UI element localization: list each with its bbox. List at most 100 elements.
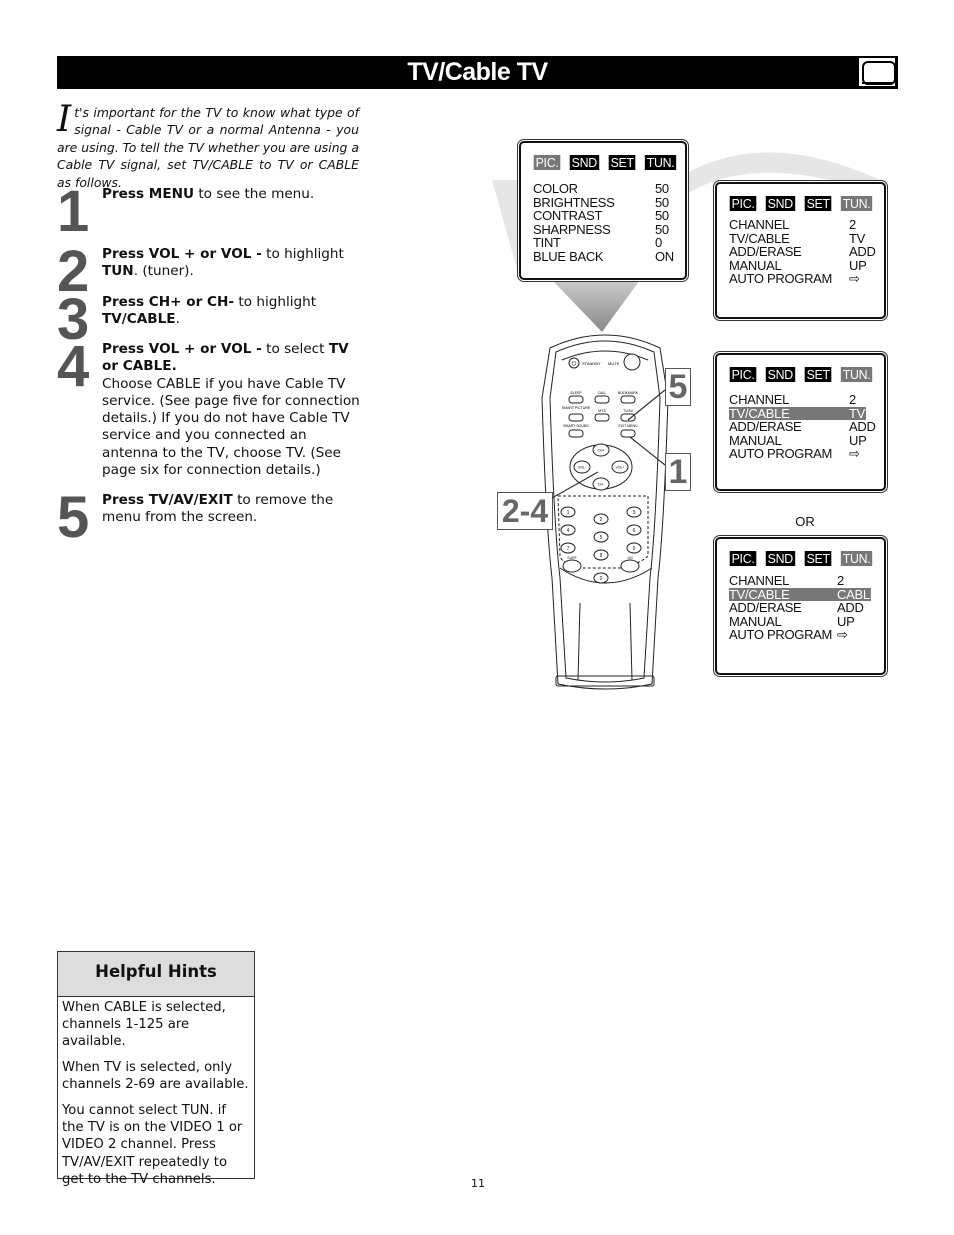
menu-row: AUTO PROGRAM ⇨ — [729, 272, 872, 286]
step-target: TUN — [102, 263, 134, 280]
row-label: ADD/ERASE — [729, 419, 802, 434]
row-value: 2 — [837, 573, 844, 588]
row-value: UP — [849, 257, 867, 273]
step-command: Press CH+ or CH- — [102, 294, 235, 310]
row-label: BRIGHTNESS — [533, 194, 615, 210]
step-description-end: . — [175, 311, 180, 328]
number-key-label: 5 — [600, 535, 603, 541]
menu-tabs: PIC. SND SET TUN. — [729, 367, 873, 382]
row-value: 50 — [655, 181, 669, 196]
row-value: 2 — [849, 392, 856, 407]
number-key-label: 6 — [633, 528, 636, 534]
row-label: AUTO PROGRAM — [729, 446, 833, 461]
tab-tun: TUN. — [644, 155, 677, 170]
menu-row: MANUAL UP — [729, 432, 867, 448]
step-command: Press VOL + or VOL - — [102, 341, 262, 357]
menu-beam — [552, 280, 640, 332]
row-label: CHANNEL — [729, 573, 790, 588]
surf-button[interactable] — [562, 559, 582, 573]
callout-line-2-4 — [551, 471, 599, 499]
menu-rows: CHANNEL 2 TV/CABLE TV ADD/ERASE ADD MANUAL U… — [729, 393, 876, 461]
menu-row: CHANNEL 2 — [729, 218, 872, 232]
row-label: MANUAL — [729, 613, 782, 629]
step-3: 3 Press CH+ or CH- to highlight TV/CABLE… — [57, 291, 367, 349]
menu-row: MANUAL UP — [729, 613, 871, 629]
hint-item: When CABLE is selected, channels 1-125 a… — [62, 1000, 226, 1050]
tab-tun: TUN. — [840, 196, 873, 211]
tab-set: SET — [804, 551, 832, 566]
menu-rows: CHANNEL 2 TV/CABLE TV ADD/ERASE ADD MANUAL U… — [729, 218, 876, 286]
step-text: Press CH+ or CH- to highlight TV/CABLE. — [102, 294, 367, 329]
row-label: CHANNEL — [729, 217, 790, 232]
row-value: ADD — [849, 419, 876, 434]
helpful-hints-box: Helpful Hints When CABLE is selected, ch… — [57, 951, 255, 1187]
menu-row: ADD/ERASE ADD — [729, 419, 876, 434]
step-command: Press VOL + or VOL - — [102, 246, 262, 262]
row-value: 50 — [655, 221, 669, 237]
row-value: 50 — [655, 208, 669, 223]
row-value: 2 — [849, 217, 856, 232]
menu-row: CONTRAST 50 — [533, 209, 673, 223]
svg-text:⏻: ⏻ — [572, 361, 577, 368]
tab-set: SET — [804, 367, 832, 382]
mute-button[interactable] — [623, 353, 641, 371]
step-text: Press TV/AV/EXIT to remove the menu from… — [102, 492, 367, 527]
step-description-end: . (tuner). — [133, 263, 194, 280]
number-key-label: 4 — [567, 528, 570, 534]
step-details: Choose CABLE if you have Cable TV servic… — [102, 375, 360, 479]
step-description: to highlight — [234, 294, 317, 310]
number-key-label: 9 — [633, 546, 636, 552]
step-command: Press MENU — [102, 186, 195, 202]
tv-screen-icon — [858, 57, 896, 87]
menu-row: MANUAL UP — [729, 257, 872, 273]
hint-item: When TV is selected, only channels 2-69 … — [62, 1060, 249, 1093]
menu-row-highlighted: TV/CABLE CABLE — [729, 587, 878, 601]
menu-tabs: PIC. SND SET TUN. — [729, 551, 873, 566]
hint-item: You cannot select TUN. if the TV is on t… — [62, 1103, 243, 1187]
tab-snd: SND — [569, 155, 599, 170]
surf-button-label: SURF — [567, 556, 577, 560]
row-value: ADD — [837, 600, 864, 615]
row-value: TV — [849, 230, 866, 246]
page-header: TV/Cable TV — [57, 56, 898, 89]
mute-label: MUTE — [608, 361, 620, 366]
arrow-right-icon: ⇨ — [849, 446, 860, 461]
menu-rows: CHANNEL 2 TV/CABLE CABLE ADD/ERASE ADD MANU… — [729, 573, 878, 642]
menu-row: TINT 0 — [533, 236, 673, 250]
tab-set: SET — [804, 196, 832, 211]
row-value: UP — [849, 432, 867, 448]
menu-row: CHANNEL 2 — [729, 393, 866, 407]
step-text: Press MENU to see the menu. — [102, 186, 367, 203]
menu-row: ADD/ERASE ADD — [729, 601, 871, 615]
tab-pic: PIC. — [729, 367, 757, 382]
step-text: Press VOL + or VOL - to select TV or CAB… — [102, 341, 367, 479]
intro-text: t's important for the TV to know what ty… — [57, 105, 359, 190]
tab-pic: PIC. — [729, 551, 757, 566]
page-title: TV/Cable TV — [407, 58, 548, 86]
step-5: 5 Press TV/AV/EXIT to remove the menu fr… — [57, 489, 367, 547]
step-target: TV/CABLE — [102, 311, 176, 328]
tab-pic: PIC. — [729, 196, 757, 211]
step-description: to highlight — [261, 246, 344, 262]
callout-lines — [551, 389, 666, 499]
or-label: OR — [795, 514, 815, 529]
row-label: MANUAL — [729, 432, 782, 448]
step-text: Press VOL + or VOL - to highlight TUN. (… — [102, 246, 367, 281]
row-label: MANUAL — [729, 257, 782, 273]
standby-label: STANDBY — [582, 361, 601, 366]
row-value: UP — [837, 613, 855, 629]
step-number: 1 — [57, 179, 90, 244]
row-label: BLUE BACK — [533, 248, 604, 264]
row-value: 50 — [655, 194, 669, 210]
hundred-button[interactable] — [620, 559, 640, 573]
menu-row: TV/CABLE TV — [729, 230, 872, 246]
menu-row-highlighted: TV/CABLE TV — [729, 406, 866, 420]
picture-menu-screen: PIC. SND SET TUN. COLOR 50 BRIGHTNESS 50 C… — [519, 141, 687, 280]
number-key-label: 1 — [567, 510, 570, 516]
hints-title: Helpful Hints — [58, 952, 254, 997]
tab-tun: TUN. — [840, 551, 873, 566]
menu-row: AUTO PROGRAM ⇨ — [729, 447, 866, 461]
standby-button[interactable]: ⏻ — [568, 357, 580, 369]
number-key-label: 3 — [633, 510, 636, 516]
arrow-right-icon: ⇨ — [849, 271, 860, 286]
